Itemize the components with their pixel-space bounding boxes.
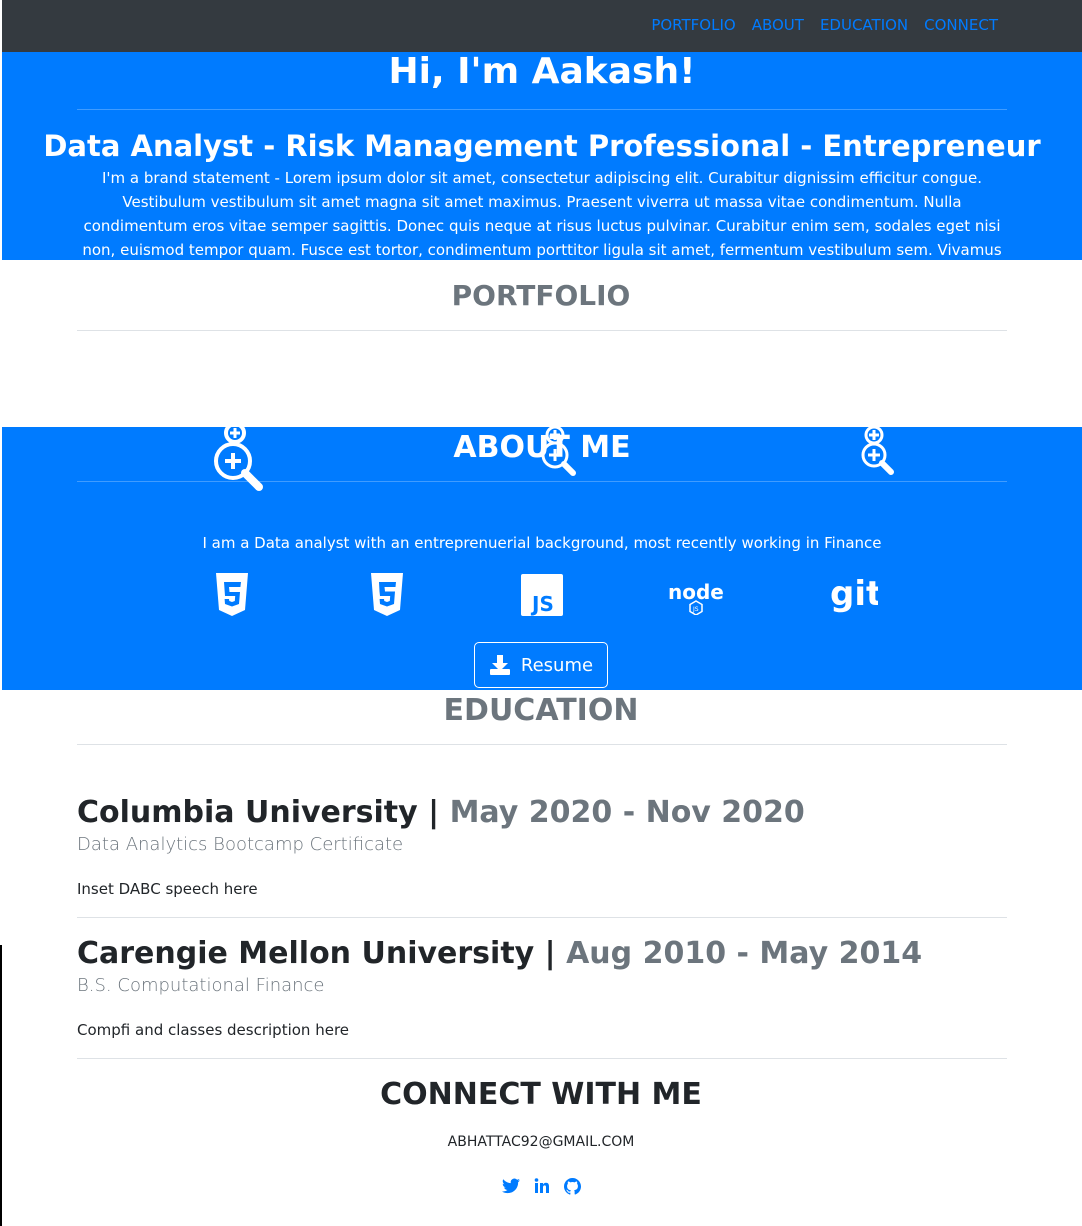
education-divider xyxy=(77,744,1007,745)
node-icon: node JS xyxy=(666,571,730,619)
github-icon[interactable] xyxy=(563,1178,581,1195)
nav-link-about[interactable]: ABOUT xyxy=(752,16,804,34)
resume-label: Resume xyxy=(520,654,594,676)
education-note: Compfi and classes description here xyxy=(77,1021,350,1039)
nav-link-connect[interactable]: CONNECT xyxy=(924,16,998,34)
linkedin-icon[interactable] xyxy=(534,1178,550,1195)
js-icon: JS xyxy=(517,571,567,619)
hero-greeting: Hi, I'm Aakash! xyxy=(388,51,696,92)
education-heading: Carengie Mellon University | Aug 2010 - … xyxy=(77,935,1007,973)
portfolio-zoom-icon-2[interactable] xyxy=(537,427,579,477)
hero-section: Hi, I'm Aakash! Data Analyst - Risk Mana… xyxy=(2,51,1082,283)
social-links xyxy=(0,1178,1082,1195)
nav-link-portfolio[interactable]: PORTFOLIO xyxy=(651,16,735,34)
svg-text:git: git xyxy=(830,574,878,614)
nav-link-education[interactable]: EDUCATION xyxy=(820,16,908,34)
education-item-divider xyxy=(77,1058,1007,1059)
education-degree: B.S. Computational Finance xyxy=(77,975,325,996)
navbar: PORTFOLIO ABOUT EDUCATION CONNECT xyxy=(2,0,1082,52)
hero-tagline: Data Analyst - Risk Management Professio… xyxy=(43,129,1041,163)
contact-email: ABHATTAC92@GMAIL.COM xyxy=(447,1134,635,1150)
download-icon xyxy=(489,655,510,675)
school-name: Columbia University xyxy=(77,795,418,830)
education-item-divider xyxy=(77,917,1007,918)
nav-links: PORTFOLIO ABOUT EDUCATION CONNECT xyxy=(651,16,998,34)
git-icon: git xyxy=(828,571,878,619)
education-dates: May 2020 - Nov 2020 xyxy=(449,795,805,830)
education-title: EDUCATION xyxy=(443,693,639,728)
education-note: Inset DABC speech here xyxy=(77,880,258,898)
portfolio-zoom-icon-3[interactable] xyxy=(858,427,900,477)
portfolio-zoom-icon[interactable] xyxy=(209,427,265,493)
resume-button[interactable]: Resume xyxy=(474,642,608,688)
html5-icon xyxy=(207,571,257,619)
education-dates: Aug 2010 - May 2014 xyxy=(566,936,923,971)
svg-text:JS: JS xyxy=(530,592,554,616)
about-description: I am a Data analyst with an entreprenuer… xyxy=(202,534,882,552)
about-section: ABOUT ME I am a Data analyst with an ent… xyxy=(2,427,1082,690)
school-name: Carengie Mellon University xyxy=(77,936,535,971)
window-edge xyxy=(0,945,2,1226)
education-item: Columbia University | May 2020 - Nov 202… xyxy=(77,794,1007,904)
connect-title: CONNECT WITH ME xyxy=(380,1077,702,1112)
heading-separator: | xyxy=(417,795,450,830)
hero-divider xyxy=(77,109,1007,110)
twitter-icon[interactable] xyxy=(501,1178,520,1195)
portfolio-divider xyxy=(77,330,1007,331)
css3-icon xyxy=(362,571,412,619)
portfolio-title: PORTFOLIO xyxy=(451,279,631,312)
education-item: Carengie Mellon University | Aug 2010 - … xyxy=(77,935,1007,1045)
svg-text:JS: JS xyxy=(692,606,699,613)
heading-separator: | xyxy=(534,936,567,971)
hero-statement: I'm a brand statement - Lorem ipsum dolo… xyxy=(82,169,1002,283)
education-heading: Columbia University | May 2020 - Nov 202… xyxy=(77,794,1007,832)
education-degree: Data Analytics Bootcamp Certificate xyxy=(77,834,404,855)
